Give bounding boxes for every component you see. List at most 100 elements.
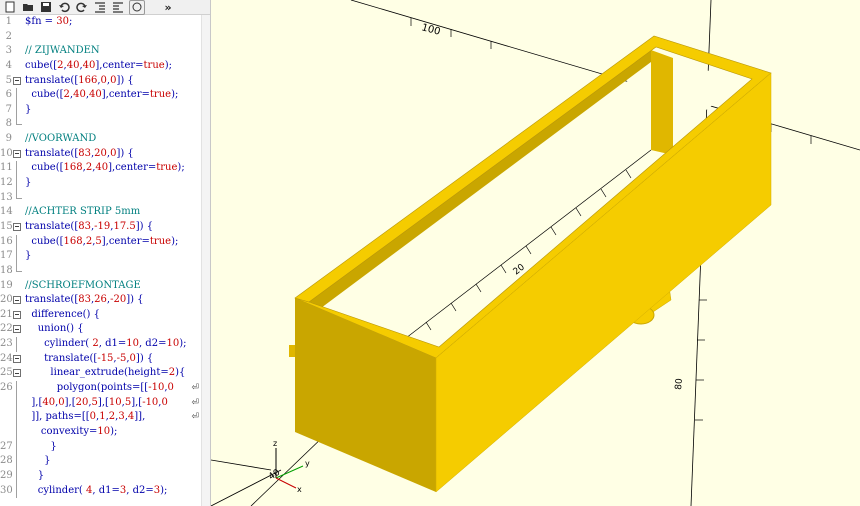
fold-guide (16, 483, 17, 499)
code-text[interactable]: translate([83,20,0]) { (25, 147, 134, 162)
fold-toggle-icon[interactable] (13, 76, 21, 85)
code-line[interactable]: 4 cube([2,40,40],center=true); (0, 59, 201, 74)
line-number: 21 (0, 308, 13, 320)
code-line[interactable]: 16 cube([168,2,5],center=true); (0, 234, 201, 250)
code-line[interactable]: 11 cube([168,2,40],center=true); (0, 161, 201, 177)
open-file-icon[interactable] (21, 1, 35, 14)
code-line[interactable]: 17} (0, 249, 201, 264)
code-text[interactable]: // ZIJWANDEN (25, 44, 100, 59)
code-line[interactable]: ]], paths=[[0,1,2,3,4]], ⏎ (0, 410, 201, 425)
code-text[interactable]: union() { (25, 322, 84, 337)
code-line[interactable]: 25 linear_extrude(height=2){ (0, 366, 201, 381)
code-line[interactable]: 24 translate([-15,-5,0]) { (0, 352, 201, 367)
line-number: 14 (0, 206, 13, 218)
code-line[interactable]: 20 translate([83,26,-20]) { (0, 293, 201, 308)
line-number: 15 (0, 220, 13, 232)
code-text[interactable]: } (25, 440, 56, 455)
code-editor[interactable]: » 1 $fn = 30; 2 3// ZIJWANDEN 4 cube([2,40,40… (0, 0, 211, 506)
new-file-icon[interactable] (3, 1, 17, 14)
code-area[interactable]: 1 $fn = 30; 2 3// ZIJWANDEN 4 cube([2,40,40],… (0, 15, 201, 506)
fold-toggle-icon[interactable] (13, 310, 21, 319)
editor-scrollbar[interactable] (201, 15, 210, 506)
code-text[interactable]: cylinder( 4, d1=3, d2=3); (25, 484, 168, 499)
line-number: 10 (0, 147, 13, 159)
axis-label-y: y (305, 459, 310, 468)
line-number: 5 (5, 74, 12, 86)
code-line[interactable]: 15 translate([83,-19,17.5]) { (0, 220, 201, 235)
code-text[interactable]: translate([166,0,0]) { (25, 74, 134, 89)
fold-toggle-icon[interactable] (13, 354, 21, 363)
line-number: 17 (0, 250, 13, 262)
code-line[interactable]: 29 } (0, 468, 201, 484)
code-text[interactable]: } (25, 249, 31, 264)
line-number: 13 (0, 191, 13, 203)
code-line[interactable]: 5 translate([166,0,0]) { (0, 74, 201, 89)
code-text[interactable]: //VOORWAND (25, 132, 96, 147)
code-line[interactable]: 13 (0, 190, 201, 206)
indent-icon[interactable] (111, 1, 125, 14)
code-text[interactable]: cylinder( 2, d1=10, d2=10); (25, 337, 186, 352)
line-number: 18 (0, 264, 13, 276)
code-text[interactable]: cube([168,2,40],center=true); (25, 161, 184, 176)
code-line[interactable]: 18 (0, 263, 201, 279)
code-text[interactable]: convexity=10); (25, 425, 118, 440)
code-text[interactable]: cube([2,40,40],center=true); (25, 59, 172, 74)
code-text[interactable]: } (25, 176, 31, 191)
code-text[interactable]: linear_extrude(height=2){ (25, 366, 185, 381)
code-line[interactable]: 12} (0, 176, 201, 191)
code-line[interactable]: 1 $fn = 30; (0, 15, 201, 30)
fold-toggle-icon[interactable] (13, 149, 21, 158)
code-text[interactable]: ]], paths=[[0,1,2,3,4]], (25, 410, 145, 425)
code-line[interactable]: 14 //ACHTER STRIP 5mm (0, 205, 201, 220)
code-text[interactable]: translate([-15,-5,0]) { (25, 352, 153, 367)
code-line[interactable]: 7} (0, 102, 201, 118)
code-text[interactable]: difference() { (25, 308, 100, 323)
code-text[interactable]: cube([2,40,40],center=true); (25, 88, 178, 103)
code-line[interactable]: 9 //VOORWAND (0, 132, 201, 147)
undo-icon[interactable] (57, 1, 71, 14)
preview-icon[interactable] (129, 0, 145, 15)
code-text[interactable]: //ACHTER STRIP 5mm (25, 205, 140, 220)
save-file-icon[interactable] (39, 1, 53, 14)
code-line[interactable]: 10 translate([83,20,0]) { (0, 147, 201, 162)
line-number: 28 (0, 455, 13, 467)
code-text[interactable]: ],[40,0],[20,5],[10,5],[-10,0 (25, 396, 168, 411)
code-line[interactable]: 21 difference() { (0, 308, 201, 323)
code-text[interactable]: } (25, 469, 44, 484)
code-text[interactable]: } (25, 454, 50, 469)
code-line[interactable]: 28 } (0, 454, 201, 469)
code-line[interactable]: 6 cube([2,40,40],center=true); (0, 88, 201, 103)
fold-guide (16, 102, 17, 118)
code-line[interactable]: ],[40,0],[20,5],[10,5],[-10,0 ⏎ (0, 395, 201, 411)
code-text[interactable]: polygon(points=[[-10,0 (25, 381, 174, 396)
3d-viewport[interactable]: z y x 100 20 80 40 (211, 0, 860, 506)
fold-toggle-icon[interactable] (13, 325, 21, 334)
more-icon[interactable]: » (161, 1, 175, 14)
axis-label-z: z (273, 439, 277, 448)
code-text[interactable]: translate([83,26,-20]) { (25, 293, 144, 308)
ruler-label-100: 100 (420, 22, 441, 38)
fold-toggle-icon[interactable] (13, 222, 21, 231)
line-number: 24 (0, 352, 13, 364)
code-line[interactable]: 8 (0, 117, 201, 132)
code-line[interactable]: 3 // ZIJWANDEN (0, 44, 201, 59)
code-line[interactable]: 27 } (0, 439, 201, 455)
fold-guide (16, 439, 17, 455)
code-line[interactable]: convexity=10); (0, 424, 201, 440)
code-text[interactable]: $fn = 30; (25, 15, 72, 30)
code-line[interactable]: 19 //SCHROEFMONTAGE (0, 279, 201, 294)
redo-icon[interactable] (75, 1, 89, 14)
code-line[interactable]: 23 cylinder( 2, d1=10, d2=10); (0, 337, 201, 352)
code-line[interactable]: 30 cylinder( 4, d1=3, d2=3); (0, 483, 201, 499)
fold-toggle-icon[interactable] (13, 369, 21, 378)
code-line[interactable]: 2 (0, 30, 201, 45)
code-line[interactable]: 22 union() { (0, 322, 201, 337)
code-line[interactable]: 26 polygon(points=[[-10,0 ⏎ (0, 381, 201, 396)
line-number: 12 (0, 177, 13, 189)
code-text[interactable]: cube([168,2,5],center=true); (25, 235, 178, 250)
unindent-icon[interactable] (93, 1, 107, 14)
code-text[interactable]: translate([83,-19,17.5]) { (25, 220, 153, 235)
code-text[interactable]: } (25, 103, 31, 118)
code-text[interactable]: //SCHROEFMONTAGE (25, 279, 141, 294)
fold-toggle-icon[interactable] (13, 296, 21, 305)
